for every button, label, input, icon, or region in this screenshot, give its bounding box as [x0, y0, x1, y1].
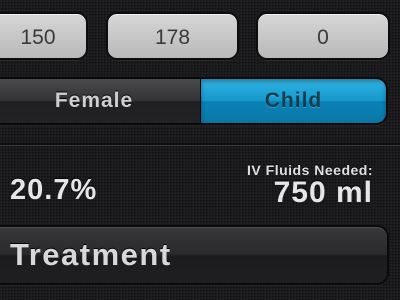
- iv-fluids-value: 750 ml: [273, 176, 373, 209]
- segment-child-selected[interactable]: Child: [201, 79, 386, 123]
- treatment-button-label: Treatment: [10, 237, 172, 272]
- value-field-2[interactable]: 178: [106, 12, 239, 60]
- value-field-1[interactable]: 150: [0, 12, 88, 60]
- segment-female[interactable]: Female: [0, 79, 201, 123]
- treatment-button[interactable]: Treatment: [0, 225, 389, 285]
- section-divider: [0, 143, 400, 146]
- burn-percentage-value: 20.7%: [10, 174, 98, 206]
- value-field-3[interactable]: 0: [256, 12, 390, 60]
- gender-segmented-control: Female Child: [0, 77, 388, 125]
